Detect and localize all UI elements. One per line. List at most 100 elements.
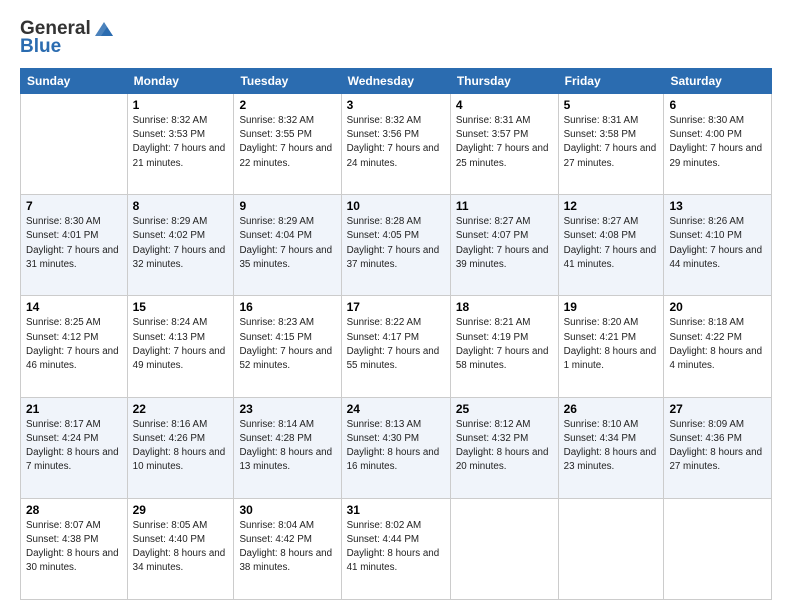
day-number: 3 (347, 98, 445, 112)
day-info: Sunrise: 8:29 AMSunset: 4:02 PMDaylight:… (133, 215, 229, 272)
day-number: 26 (564, 402, 659, 416)
day-info: Sunrise: 8:26 AMSunset: 4:10 PMDaylight:… (669, 215, 766, 272)
day-number: 10 (347, 199, 445, 213)
calendar-cell: 2 Sunrise: 8:32 AMSunset: 3:55 PMDaylight… (234, 94, 341, 195)
day-info: Sunrise: 8:25 AMSunset: 4:12 PMDaylight:… (26, 316, 122, 373)
day-info: Sunrise: 8:09 AMSunset: 4:36 PMDaylight:… (669, 418, 766, 475)
day-info: Sunrise: 8:16 AMSunset: 4:26 PMDaylight:… (133, 418, 229, 475)
calendar-cell (450, 498, 558, 599)
day-info: Sunrise: 8:20 AMSunset: 4:21 PMDaylight:… (564, 316, 659, 373)
calendar-cell: 18Sunrise: 8:21 AMSunset: 4:19 PMDayligh… (450, 296, 558, 397)
calendar-cell: 5 Sunrise: 8:31 AMSunset: 3:58 PMDaylight… (558, 94, 664, 195)
calendar-cell: 17 Sunrise: 8:22 AMSunset: 4:17 PMDayligh… (341, 296, 450, 397)
day-number: 6 (669, 98, 766, 112)
day-number: 12 (564, 199, 659, 213)
day-info: Sunrise: 8:05 AMSunset: 4:40 PMDaylight:… (133, 519, 229, 576)
calendar-cell: 4 Sunrise: 8:31 AMSunset: 3:57 PMDaylight… (450, 94, 558, 195)
calendar-cell: 20 Sunrise: 8:18 AMSunset: 4:22 PMDayligh… (664, 296, 772, 397)
day-number: 21 (26, 402, 122, 416)
calendar-cell: 8 Sunrise: 8:29 AMSunset: 4:02 PMDaylight… (127, 195, 234, 296)
calendar-cell: 3 Sunrise: 8:32 AMSunset: 3:56 PMDaylight… (341, 94, 450, 195)
day-info: Sunrise: 8:31 AMSunset: 3:57 PMDaylight:… (456, 114, 553, 171)
page: General Blue SundayMondayTuesdayWednesda… (0, 0, 792, 612)
day-number: 30 (239, 503, 335, 517)
day-number: 15 (133, 300, 229, 314)
day-info: Sunrise: 8:04 AMSunset: 4:42 PMDaylight:… (239, 519, 335, 576)
day-info: Sunrise: 8:27 AMSunset: 4:08 PMDaylight:… (564, 215, 659, 272)
day-number: 23 (239, 402, 335, 416)
day-info: Sunrise: 8:24 AMSunset: 4:13 PMDaylight:… (133, 316, 229, 373)
day-info: Sunrise: 8:32 AMSunset: 3:55 PMDaylight:… (239, 114, 335, 171)
day-number: 22 (133, 402, 229, 416)
calendar-cell: 14 Sunrise: 8:25 AMSunset: 4:12 PMDayligh… (21, 296, 128, 397)
logo: General Blue (20, 18, 115, 58)
calendar-cell: 28 Sunrise: 8:07 AMSunset: 4:38 PMDayligh… (21, 498, 128, 599)
calendar-cell: 23 Sunrise: 8:14 AMSunset: 4:28 PMDayligh… (234, 397, 341, 498)
day-number: 19 (564, 300, 659, 314)
col-header-friday: Friday (558, 69, 664, 94)
day-info: Sunrise: 8:13 AMSunset: 4:30 PMDaylight:… (347, 418, 445, 475)
calendar-cell: 29 Sunrise: 8:05 AMSunset: 4:40 PMDayligh… (127, 498, 234, 599)
day-number: 2 (239, 98, 335, 112)
calendar-cell: 12 Sunrise: 8:27 AMSunset: 4:08 PMDayligh… (558, 195, 664, 296)
day-number: 31 (347, 503, 445, 517)
calendar-cell: 9 Sunrise: 8:29 AMSunset: 4:04 PMDaylight… (234, 195, 341, 296)
col-header-monday: Monday (127, 69, 234, 94)
day-number: 14 (26, 300, 122, 314)
day-info: Sunrise: 8:12 AMSunset: 4:32 PMDaylight:… (456, 418, 553, 475)
day-number: 7 (26, 199, 122, 213)
day-number: 28 (26, 503, 122, 517)
calendar-cell: 22 Sunrise: 8:16 AMSunset: 4:26 PMDayligh… (127, 397, 234, 498)
calendar-cell: 11Sunrise: 8:27 AMSunset: 4:07 PMDayligh… (450, 195, 558, 296)
day-info: Sunrise: 8:32 AMSunset: 3:56 PMDaylight:… (347, 114, 445, 171)
day-number: 20 (669, 300, 766, 314)
calendar-cell: 30 Sunrise: 8:04 AMSunset: 4:42 PMDayligh… (234, 498, 341, 599)
day-number: 13 (669, 199, 766, 213)
day-info: Sunrise: 8:14 AMSunset: 4:28 PMDaylight:… (239, 418, 335, 475)
day-number: 25 (456, 402, 553, 416)
calendar-table: SundayMondayTuesdayWednesdayThursdayFrid… (20, 68, 772, 600)
calendar-cell: 21Sunrise: 8:17 AMSunset: 4:24 PMDayligh… (21, 397, 128, 498)
calendar-cell: 10 Sunrise: 8:28 AMSunset: 4:05 PMDayligh… (341, 195, 450, 296)
calendar-cell (21, 94, 128, 195)
day-info: Sunrise: 8:23 AMSunset: 4:15 PMDaylight:… (239, 316, 335, 373)
day-number: 4 (456, 98, 553, 112)
day-info: Sunrise: 8:31 AMSunset: 3:58 PMDaylight:… (564, 114, 659, 171)
calendar-cell: 31Sunrise: 8:02 AMSunset: 4:44 PMDayligh… (341, 498, 450, 599)
day-info: Sunrise: 8:22 AMSunset: 4:17 PMDaylight:… (347, 316, 445, 373)
day-info: Sunrise: 8:28 AMSunset: 4:05 PMDaylight:… (347, 215, 445, 272)
header: General Blue (20, 18, 772, 58)
day-number: 18 (456, 300, 553, 314)
col-header-thursday: Thursday (450, 69, 558, 94)
calendar-cell: 25 Sunrise: 8:12 AMSunset: 4:32 PMDayligh… (450, 397, 558, 498)
calendar-cell: 26Sunrise: 8:10 AMSunset: 4:34 PMDayligh… (558, 397, 664, 498)
logo-blue-text: Blue (20, 36, 61, 58)
day-number: 16 (239, 300, 335, 314)
calendar-cell: 7 Sunrise: 8:30 AMSunset: 4:01 PMDaylight… (21, 195, 128, 296)
col-header-sunday: Sunday (21, 69, 128, 94)
day-info: Sunrise: 8:30 AMSunset: 4:01 PMDaylight:… (26, 215, 122, 272)
day-info: Sunrise: 8:32 AMSunset: 3:53 PMDaylight:… (133, 114, 229, 171)
calendar-cell: 6 Sunrise: 8:30 AMSunset: 4:00 PMDaylight… (664, 94, 772, 195)
calendar-cell (664, 498, 772, 599)
day-number: 29 (133, 503, 229, 517)
day-number: 8 (133, 199, 229, 213)
day-info: Sunrise: 8:18 AMSunset: 4:22 PMDaylight:… (669, 316, 766, 373)
col-header-tuesday: Tuesday (234, 69, 341, 94)
day-number: 1 (133, 98, 229, 112)
calendar-cell (558, 498, 664, 599)
day-info: Sunrise: 8:27 AMSunset: 4:07 PMDaylight:… (456, 215, 553, 272)
day-number: 9 (239, 199, 335, 213)
day-number: 17 (347, 300, 445, 314)
day-info: Sunrise: 8:07 AMSunset: 4:38 PMDaylight:… (26, 519, 122, 576)
calendar-cell: 15 Sunrise: 8:24 AMSunset: 4:13 PMDayligh… (127, 296, 234, 397)
day-number: 5 (564, 98, 659, 112)
day-number: 27 (669, 402, 766, 416)
day-info: Sunrise: 8:30 AMSunset: 4:00 PMDaylight:… (669, 114, 766, 171)
day-info: Sunrise: 8:29 AMSunset: 4:04 PMDaylight:… (239, 215, 335, 272)
col-header-saturday: Saturday (664, 69, 772, 94)
day-number: 24 (347, 402, 445, 416)
calendar-cell: 19 Sunrise: 8:20 AMSunset: 4:21 PMDayligh… (558, 296, 664, 397)
logo-icon (93, 20, 115, 38)
calendar-cell: 24 Sunrise: 8:13 AMSunset: 4:30 PMDayligh… (341, 397, 450, 498)
